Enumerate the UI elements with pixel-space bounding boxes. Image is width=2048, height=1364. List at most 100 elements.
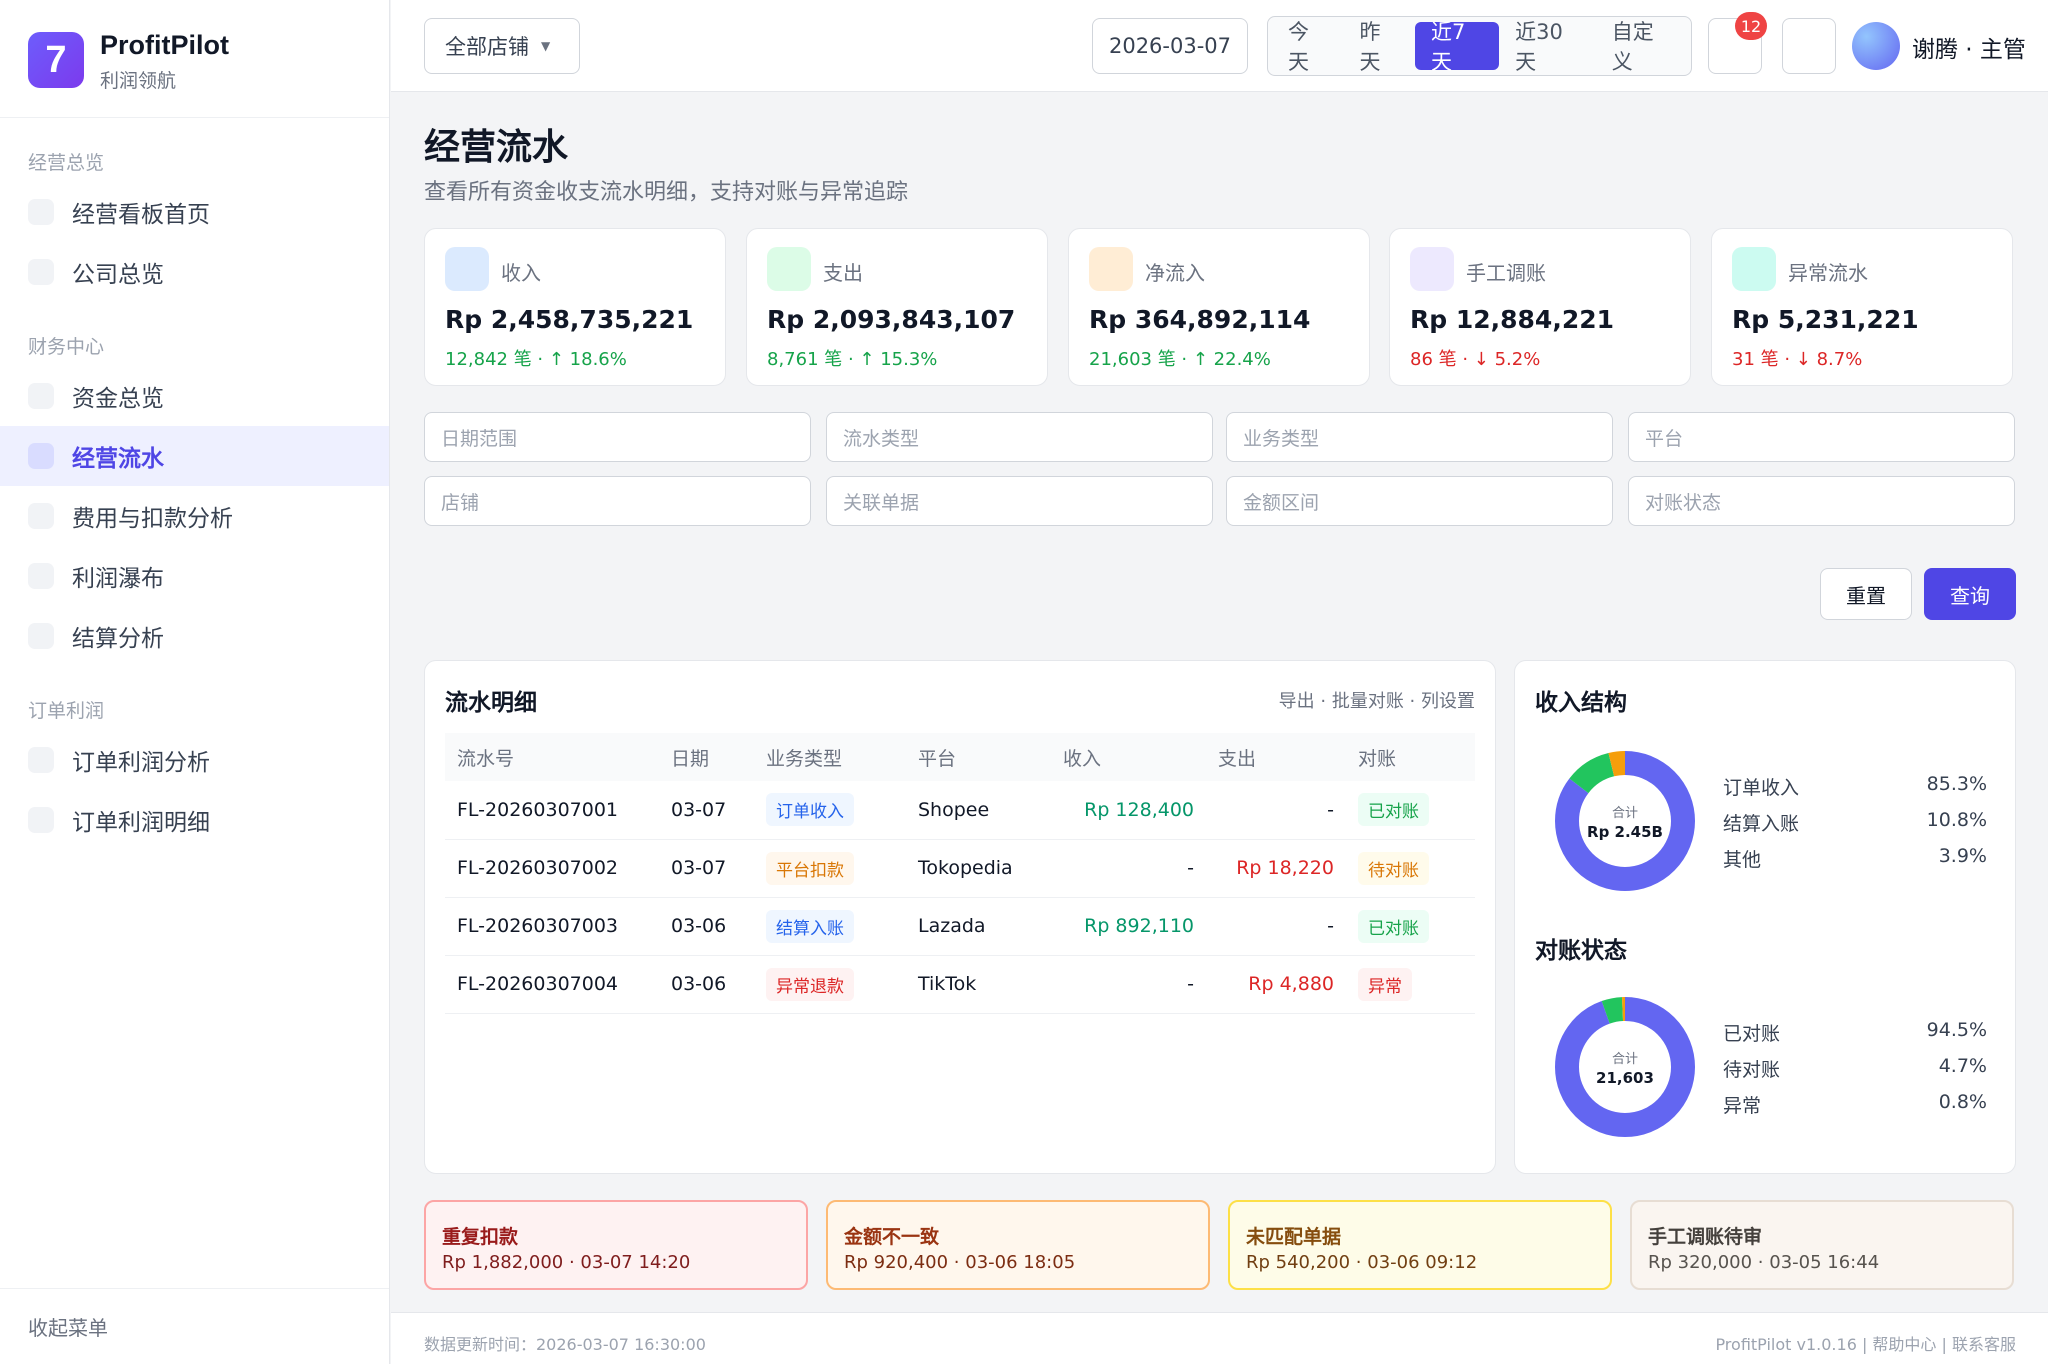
range-custom[interactable]: 自定义 — [1596, 20, 1687, 74]
cell-platform: Shopee — [906, 781, 1051, 840]
cell-income: Rp 892,110 — [1051, 897, 1206, 956]
date-picker[interactable]: 2026-03-07 — [1092, 18, 1248, 74]
filter-flow-type[interactable]: 流水类型 — [826, 412, 1213, 462]
cell-status: 已对账 — [1346, 781, 1475, 840]
settings-button[interactable] — [1782, 18, 1836, 74]
legend-pct: 0.8% — [1938, 1091, 1987, 1113]
range-today[interactable]: 今天 — [1272, 20, 1344, 74]
kpi-value: Rp 2,458,735,221 — [445, 305, 694, 334]
logo[interactable]: 7 — [28, 32, 84, 88]
donut-center-value: Rp 2.45B — [1587, 823, 1663, 841]
cell-id: FL-20260307003 — [445, 897, 659, 956]
filter-reconcile-status[interactable]: 对账状态 — [1628, 476, 2015, 526]
kpi-label: 支出 — [823, 261, 863, 285]
range-30days[interactable]: 近30天 — [1499, 20, 1596, 74]
flow-detail-panel: 流水明细 导出 · 批量对账 · 列设置 流水号 日期 业务类型 平台 收入 支… — [424, 660, 1496, 1174]
col-header-income[interactable]: 收入 — [1051, 733, 1206, 781]
table-actions[interactable]: 导出 · 批量对账 · 列设置 — [1279, 687, 1475, 713]
filter-related-doc[interactable]: 关联单据 — [826, 476, 1213, 526]
status-badge: 已对账 — [1358, 793, 1429, 827]
filter-date-range[interactable]: 日期范围 — [424, 412, 811, 462]
sidebar-item-label: 经营看板首页 — [72, 202, 210, 228]
col-header-type[interactable]: 业务类型 — [754, 733, 906, 781]
structure-panel: 收入结构 合计 Rp 2.45B 订单收入 85.3% 结算入账 10.8% 其他 3… — [1514, 660, 2016, 1174]
sidebar-item-waterfall[interactable]: 利润瀑布 — [0, 546, 389, 606]
sidebar-item-fees[interactable]: 费用与扣款分析 — [0, 486, 389, 546]
alert-detail: Rp 540,200 · 03-06 09:12 — [1246, 1252, 1478, 1273]
kpi-card-anomaly: 异常流水 Rp 5,231,221 31 笔 · ↓ 8.7% — [1711, 228, 2013, 386]
sidebar-item-dashboard[interactable]: 经营看板首页 — [0, 182, 389, 242]
col-header-date[interactable]: 日期 — [659, 733, 754, 781]
kpi-label: 手工调账 — [1466, 261, 1546, 285]
type-tag: 异常退款 — [766, 967, 854, 1001]
col-header-reconcile[interactable]: 对账 — [1346, 733, 1475, 781]
alert-card-unmatched-doc[interactable]: 未匹配单据 Rp 540,200 · 03-06 09:12 — [1228, 1200, 1612, 1290]
sidebar-item-cashflow[interactable]: 经营流水 — [0, 426, 389, 486]
footer-links[interactable]: ProfitPilot v1.0.16 | 帮助中心 | 联系客服 — [1715, 1331, 2016, 1355]
cell-expense: Rp 18,220 — [1206, 839, 1346, 898]
dashboard-icon — [28, 199, 54, 225]
alert-title: 未匹配单据 — [1246, 1226, 1342, 1248]
col-header-platform[interactable]: 平台 — [906, 733, 1051, 781]
reset-button[interactable]: 重置 — [1820, 568, 1912, 620]
donut-center-label: 合计 — [1612, 1052, 1638, 1067]
cell-type: 异常退款 — [754, 955, 906, 1014]
cell-date: 03-07 — [659, 781, 754, 840]
legend-item: 待对账 4.7% — [1723, 1055, 1987, 1082]
panel-title: 流水明细 — [445, 690, 537, 716]
topbar: 全部店铺 ▼ 2026-03-07 今天 昨天 近7天 近30天 自定义 12 … — [391, 0, 2048, 92]
col-header-expense[interactable]: 支出 — [1206, 733, 1346, 781]
cell-expense: Rp 4,880 — [1206, 955, 1346, 1014]
income-icon — [445, 247, 489, 291]
sidebar-item-order-analysis[interactable]: 订单利润分析 — [0, 730, 389, 790]
legend-pct: 94.5% — [1926, 1019, 1987, 1041]
filter-amount-range[interactable]: 金额区间 — [1226, 476, 1613, 526]
col-header-id[interactable]: 流水号 — [445, 733, 659, 781]
sidebar-item-funds[interactable]: 资金总览 — [0, 366, 389, 426]
table-row[interactable]: FL-20260307001 03-07 订单收入 Shopee Rp 128,… — [445, 781, 1475, 840]
collapse-menu-button[interactable]: 收起菜单 — [0, 1288, 389, 1364]
legend-item: 其他 3.9% — [1723, 845, 1987, 872]
caret-down-icon: ▼ — [541, 39, 551, 53]
legend-item: 异常 0.8% — [1723, 1091, 1987, 1118]
cell-type: 平台扣款 — [754, 839, 906, 898]
fees-icon — [28, 503, 54, 529]
order-analysis-icon — [28, 747, 54, 773]
footer-updated-time: 数据更新时间：2026-03-07 16:30:00 — [424, 1335, 706, 1354]
filter-business-type[interactable]: 业务类型 — [1226, 412, 1613, 462]
cell-platform: TikTok — [906, 955, 1051, 1014]
cell-status: 待对账 — [1346, 839, 1475, 898]
query-button[interactable]: 查询 — [1924, 568, 2016, 620]
filter-store[interactable]: 店铺 — [424, 476, 811, 526]
cell-date: 03-07 — [659, 839, 754, 898]
filter-platform[interactable]: 平台 — [1628, 412, 2015, 462]
kpi-trend: 86 笔 · ↓ 5.2% — [1410, 349, 1541, 370]
store-select-value: 全部店铺 — [445, 35, 529, 59]
avatar[interactable] — [1852, 22, 1900, 70]
sidebar-item-order-detail[interactable]: 订单利润明细 — [0, 790, 389, 850]
table-row[interactable]: FL-20260307002 03-07 平台扣款 Tokopedia - Rp… — [445, 839, 1475, 898]
range-yesterday[interactable]: 昨天 — [1344, 20, 1416, 74]
date-range-tabs: 今天 昨天 近7天 近30天 自定义 — [1267, 16, 1692, 76]
order-detail-icon — [28, 807, 54, 833]
sidebar-item-company[interactable]: 公司总览 — [0, 242, 389, 302]
sidebar-item-settlement[interactable]: 结算分析 — [0, 606, 389, 666]
sidebar-item-label: 资金总览 — [72, 386, 164, 412]
cell-expense: - — [1206, 897, 1346, 956]
kpi-value: Rp 364,892,114 — [1089, 305, 1311, 334]
table-row[interactable]: FL-20260307004 03-06 异常退款 TikTok - Rp 4,… — [445, 955, 1475, 1014]
alert-card-amount-mismatch[interactable]: 金额不一致 Rp 920,400 · 03-06 18:05 — [826, 1200, 1210, 1290]
type-tag: 结算入账 — [766, 909, 854, 943]
user-name[interactable]: 谢腾 · 主管 — [1912, 30, 2026, 64]
reconcile-donut-segment-0[interactable] — [1555, 997, 1695, 1137]
kpi-trend: 12,842 笔 · ↑ 18.6% — [445, 349, 627, 370]
sidebar-item-label: 订单利润分析 — [72, 750, 210, 776]
alert-card-duplicate-deduction[interactable]: 重复扣款 Rp 1,882,000 · 03-07 14:20 — [424, 1200, 808, 1290]
settlement-icon — [28, 623, 54, 649]
kpi-card-expense: 支出 Rp 2,093,843,107 8,761 笔 · ↑ 15.3% — [746, 228, 1048, 386]
alert-card-manual-pending[interactable]: 手工调账待审 Rp 320,000 · 03-05 16:44 — [1630, 1200, 2014, 1290]
table-row[interactable]: FL-20260307003 03-06 结算入账 Lazada Rp 892,… — [445, 897, 1475, 956]
store-select[interactable]: 全部店铺 ▼ — [424, 18, 580, 74]
cell-income: - — [1051, 839, 1206, 898]
range-7days[interactable]: 近7天 — [1415, 20, 1500, 74]
